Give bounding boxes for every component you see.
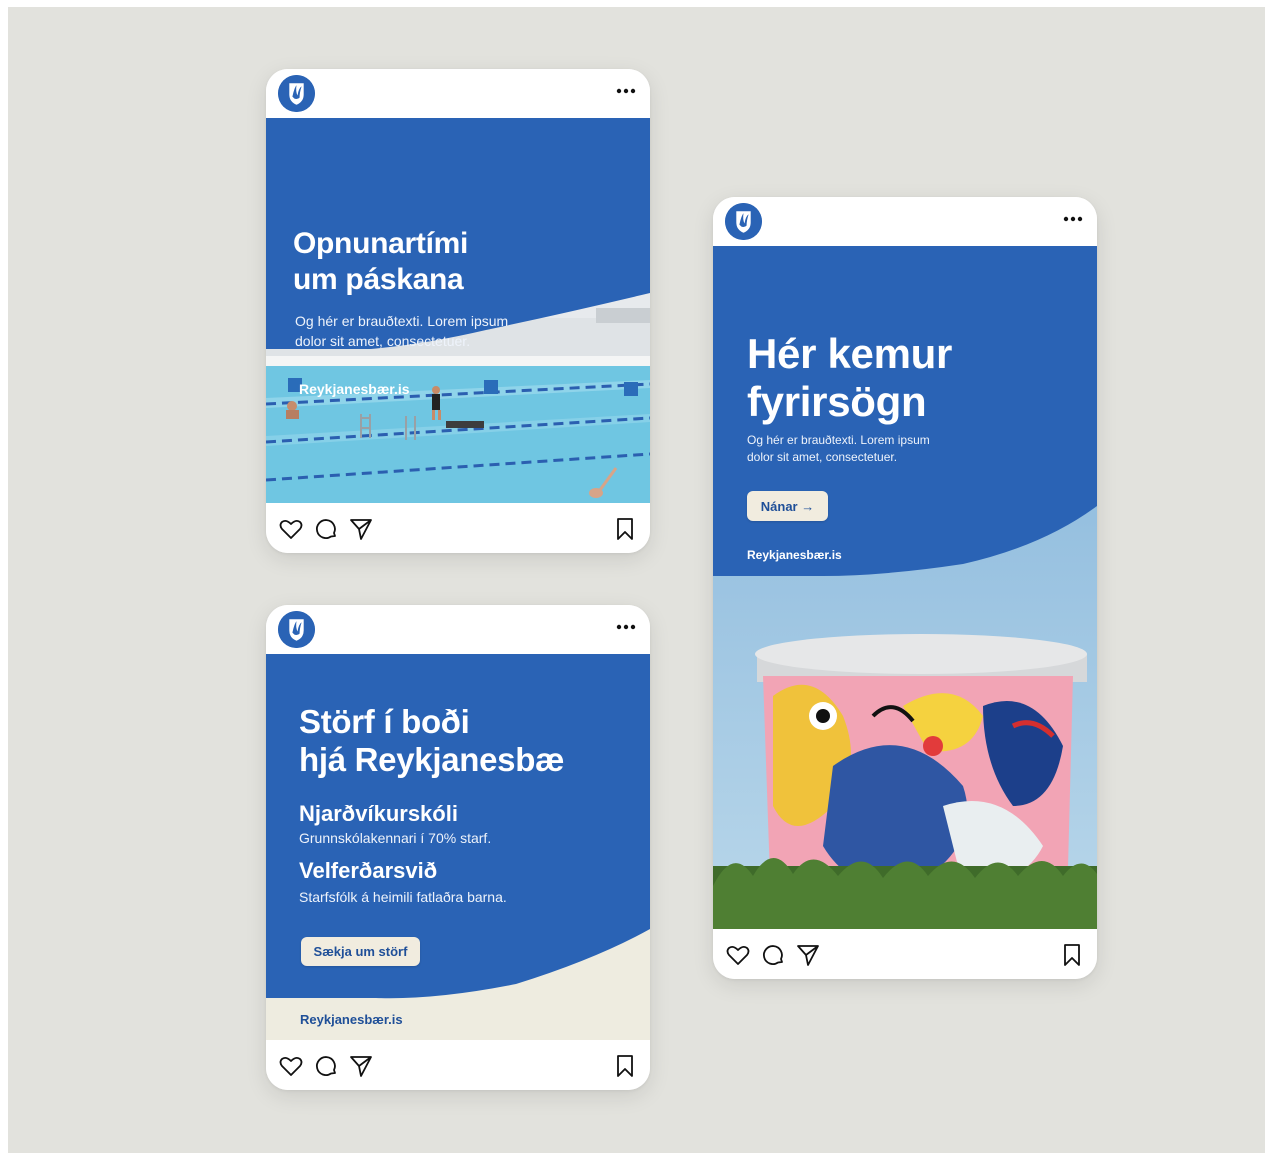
- post-headline: Hér kemur fyrirsögn: [747, 330, 952, 426]
- bookmark-icon[interactable]: [612, 516, 638, 542]
- crest-logo-icon[interactable]: [725, 203, 762, 240]
- job-description: Grunnskólakennari í 70% starf.: [299, 830, 492, 846]
- site-link[interactable]: Reykjanesbær.is: [299, 381, 410, 397]
- job-listing: Njarðvíkurskóli Grunnskólakennari í 70% …: [299, 800, 491, 848]
- post-image-area: Opnunartími um páskana Og hér er brauðte…: [266, 118, 650, 503]
- post-actions: [266, 1040, 650, 1090]
- bookmark-icon[interactable]: [612, 1053, 638, 1079]
- instagram-post-pool: Opnunartími um páskana Og hér er brauðte…: [266, 69, 650, 553]
- post-actions: [266, 503, 650, 553]
- post-body-text: Og hér er brauðtexti. Lorem ipsum dolor …: [747, 432, 930, 466]
- headline-line: hjá Reykjanesbæ: [299, 741, 565, 778]
- body-line: Og hér er brauðtexti. Lorem ipsum: [747, 433, 930, 447]
- share-icon[interactable]: [795, 942, 821, 968]
- more-dots-icon[interactable]: [616, 88, 636, 94]
- job-description: Starfsfólk á heimili fatlaðra barna.: [299, 889, 507, 905]
- read-more-button[interactable]: Nánar →: [747, 491, 828, 521]
- post-header: [266, 69, 650, 118]
- apply-jobs-button[interactable]: Sækja um störf: [301, 937, 420, 966]
- post-headline: Opnunartími um páskana: [293, 226, 468, 298]
- site-link[interactable]: Reykjanesbær.is: [300, 1012, 403, 1027]
- comment-icon[interactable]: [313, 1053, 339, 1079]
- comment-icon[interactable]: [760, 942, 786, 968]
- post-actions: [713, 929, 1097, 979]
- heart-icon[interactable]: [725, 942, 751, 968]
- job-listing: Velferðarsvið Starfsfólk á heimili fatla…: [299, 857, 507, 909]
- share-icon[interactable]: [348, 516, 374, 542]
- bookmark-icon[interactable]: [1059, 942, 1085, 968]
- site-link[interactable]: Reykjanesbær.is: [747, 548, 842, 562]
- body-line: dolor sit amet, consectetuer.: [747, 450, 898, 464]
- headline-line: Opnunartími: [293, 227, 469, 260]
- crest-logo-icon[interactable]: [278, 611, 315, 648]
- post-headline: Störf í boði hjá Reykjanesbæ: [299, 703, 564, 779]
- headline-line: um páskana: [293, 263, 464, 296]
- instagram-post-jobs: Störf í boði hjá Reykjanesbæ Njarðvíkurs…: [266, 605, 650, 1090]
- body-line: Og hér er brauðtexti. Lorem ipsum: [295, 313, 509, 329]
- more-dots-icon[interactable]: [616, 624, 636, 630]
- share-icon[interactable]: [348, 1053, 374, 1079]
- heart-icon[interactable]: [278, 516, 304, 542]
- headline-line: Hér kemur: [747, 330, 953, 377]
- crest-logo-icon[interactable]: [278, 75, 315, 112]
- post-header: [713, 197, 1097, 246]
- body-line: dolor sit amet, consectetuer.: [295, 333, 471, 349]
- more-dots-icon[interactable]: [1063, 216, 1083, 222]
- post-image-area: Störf í boði hjá Reykjanesbæ Njarðvíkurs…: [266, 654, 650, 1040]
- instagram-post-tank: Hér kemur fyrirsögn Og hér er brauðtexti…: [713, 197, 1097, 979]
- job-title: Velferðarsvið: [299, 858, 438, 883]
- comment-icon[interactable]: [313, 516, 339, 542]
- headline-line: Störf í boði: [299, 703, 470, 740]
- heart-icon[interactable]: [278, 1053, 304, 1079]
- post-body-text: Og hér er brauðtexti. Lorem ipsum dolor …: [295, 311, 508, 351]
- post-header: [266, 605, 650, 654]
- post-image-area: Hér kemur fyrirsögn Og hér er brauðtexti…: [713, 246, 1097, 929]
- headline-line: fyrirsögn: [747, 378, 927, 425]
- job-title: Njarðvíkurskóli: [299, 801, 458, 826]
